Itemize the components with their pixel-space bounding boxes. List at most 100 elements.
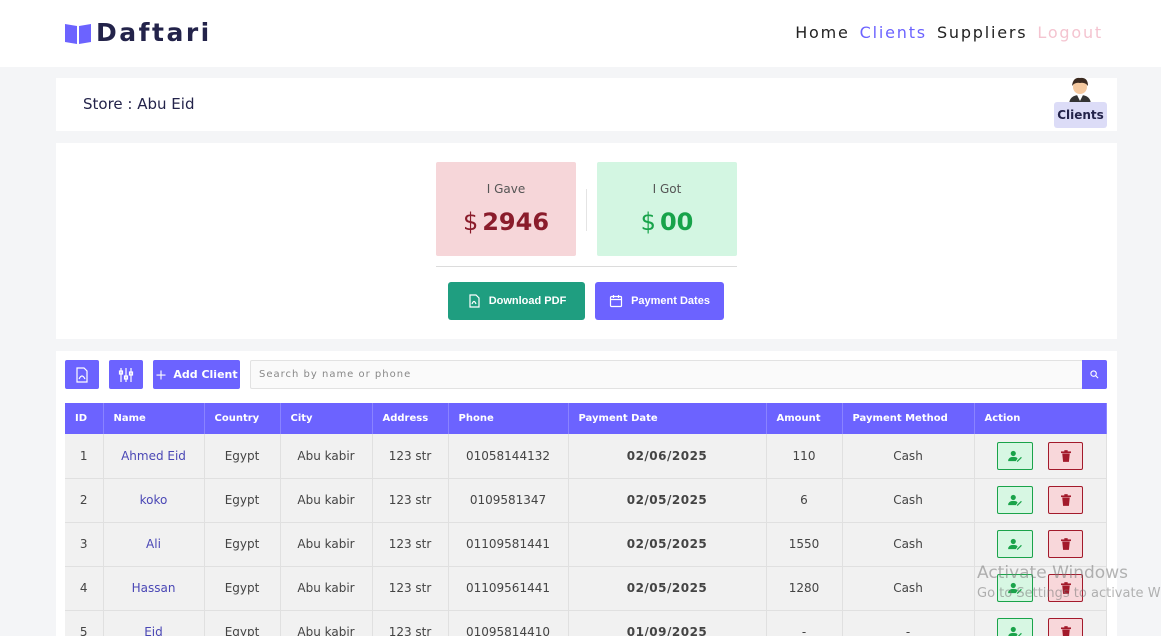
delete-client-button[interactable] [1048, 530, 1084, 558]
cell-amount: 1280 [766, 566, 843, 611]
delete-client-button[interactable] [1048, 441, 1084, 470]
got-label: I Got [652, 182, 682, 196]
cell-amount: 1550 [766, 522, 843, 567]
delete-client-button[interactable] [1048, 618, 1084, 636]
cell-payment-date: 02/05/2025 [568, 566, 767, 611]
trash-icon [1060, 538, 1071, 550]
navbar: Daftari Home Clients Suppliers Logout [0, 0, 1161, 67]
col-header: Phone [448, 403, 569, 434]
trash-icon [1060, 582, 1071, 594]
cell-action [974, 522, 1107, 567]
cell-action [974, 610, 1107, 636]
gave-amount-line: $2946 [436, 208, 576, 236]
cell-payment-date: 01/09/2025 [568, 610, 767, 636]
export-sheet-button[interactable] [109, 360, 143, 389]
col-header: City [280, 403, 373, 434]
cell-id: 4 [65, 566, 104, 611]
horizontal-divider [436, 266, 737, 267]
brand-name: Daftari [96, 18, 212, 47]
edit-client-button[interactable] [997, 530, 1034, 558]
table-row: 1 Ahmed Eid Egypt Abu kabir 123 str 010581441… [65, 434, 1107, 479]
cell-amount: 110 [766, 434, 843, 479]
cell-phone: 01058144132 [448, 434, 569, 479]
user-edit-icon [1008, 538, 1023, 550]
edit-client-button[interactable] [997, 574, 1034, 602]
cell-payment-method: Cash [842, 434, 975, 479]
cell-address: 123 str [372, 434, 449, 479]
cell-city: Abu kabir [280, 522, 373, 567]
col-header: Payment Date [568, 403, 767, 434]
delete-client-button[interactable] [1048, 486, 1084, 514]
cell-name[interactable]: Hassan [103, 566, 205, 611]
payment-dates-button[interactable]: Payment Dates [595, 282, 724, 320]
cell-city: Abu kabir [280, 478, 373, 523]
cell-address: 123 str [372, 478, 449, 523]
nav-home[interactable]: Home [795, 23, 849, 42]
table-row: 5 Eid Egypt Abu kabir 123 str 01095814410 01/0… [65, 610, 1107, 636]
table-row: 4 Hassan Egypt Abu kabir 123 str 01109561441 0… [65, 566, 1107, 611]
cell-city: Abu kabir [280, 610, 373, 636]
edit-client-button[interactable] [997, 441, 1034, 470]
gave-box: I Gave $2946 [436, 162, 576, 256]
col-header: Amount [766, 403, 843, 434]
row-actions [997, 486, 1084, 514]
nav-suppliers[interactable]: Suppliers [937, 23, 1027, 42]
pdf-file-icon [76, 366, 88, 383]
row-actions [997, 618, 1084, 636]
pdf-file-icon [469, 294, 480, 308]
col-header: Address [372, 403, 449, 434]
trash-icon [1060, 626, 1071, 636]
export-pdf-button[interactable] [65, 360, 99, 389]
edit-client-button[interactable] [997, 618, 1034, 636]
brand-logo[interactable]: Daftari [64, 18, 212, 47]
cell-action [974, 434, 1107, 479]
user-edit-icon [1008, 626, 1023, 636]
col-header: Country [204, 403, 281, 434]
delete-client-button[interactable] [1048, 574, 1084, 602]
got-box: I Got $00 [597, 162, 737, 256]
cell-name[interactable]: koko [103, 478, 205, 523]
edit-client-button[interactable] [997, 486, 1034, 514]
user-edit-icon [1008, 450, 1023, 462]
cell-payment-date: 02/05/2025 [568, 522, 767, 567]
col-header: ID [65, 403, 104, 434]
cell-name[interactable]: Ali [103, 522, 205, 567]
download-pdf-label: Download PDF [488, 295, 567, 307]
table-row: 2 koko Egypt Abu kabir 123 str 0109581347 02/0… [65, 478, 1107, 523]
cell-payment-date: 02/05/2025 [568, 478, 767, 523]
search-input[interactable] [250, 360, 1083, 389]
cell-payment-method: - [842, 610, 975, 636]
col-header: Name [103, 403, 205, 434]
cell-payment-method: Cash [842, 566, 975, 611]
cell-name[interactable]: Eid [103, 610, 205, 636]
cell-name[interactable]: Ahmed Eid [103, 434, 205, 479]
got-amount: 00 [659, 208, 694, 236]
clients-badge: Clients [1054, 102, 1107, 128]
trash-icon [1060, 449, 1071, 462]
row-actions [997, 441, 1084, 470]
sliders-icon [118, 367, 134, 382]
cell-address: 123 str [372, 610, 449, 636]
store-title: Store : Abu Eid [83, 95, 195, 113]
user-edit-icon [1008, 494, 1023, 506]
clients-table: ID Name Country City Address Phone Payme… [65, 403, 1107, 636]
table-row: 3 Ali Egypt Abu kabir 123 str 01109581441 02/0… [65, 522, 1107, 567]
nav-logout[interactable]: Logout [1037, 23, 1103, 42]
cell-city: Abu kabir [280, 434, 373, 479]
cell-phone: 01109561441 [448, 566, 569, 611]
col-header: Payment Method [842, 403, 975, 434]
search-button[interactable] [1082, 360, 1107, 389]
vertical-divider [586, 189, 587, 231]
store-card: Store : Abu Eid Clients [56, 77, 1117, 131]
got-amount-line: $00 [597, 208, 737, 236]
cell-payment-method: Cash [842, 478, 975, 523]
cell-country: Egypt [204, 610, 281, 636]
nav-clients[interactable]: Clients [860, 23, 927, 42]
cell-phone: 01095814410 [448, 610, 569, 636]
plus-icon [156, 370, 166, 379]
add-client-button[interactable]: Add Client [153, 360, 240, 389]
cell-amount: 6 [766, 478, 843, 523]
clients-table-card: Add Client ID Name Country City Address … [56, 351, 1117, 636]
col-header: Action [974, 403, 1107, 434]
download-pdf-button[interactable]: Download PDF [448, 282, 585, 320]
